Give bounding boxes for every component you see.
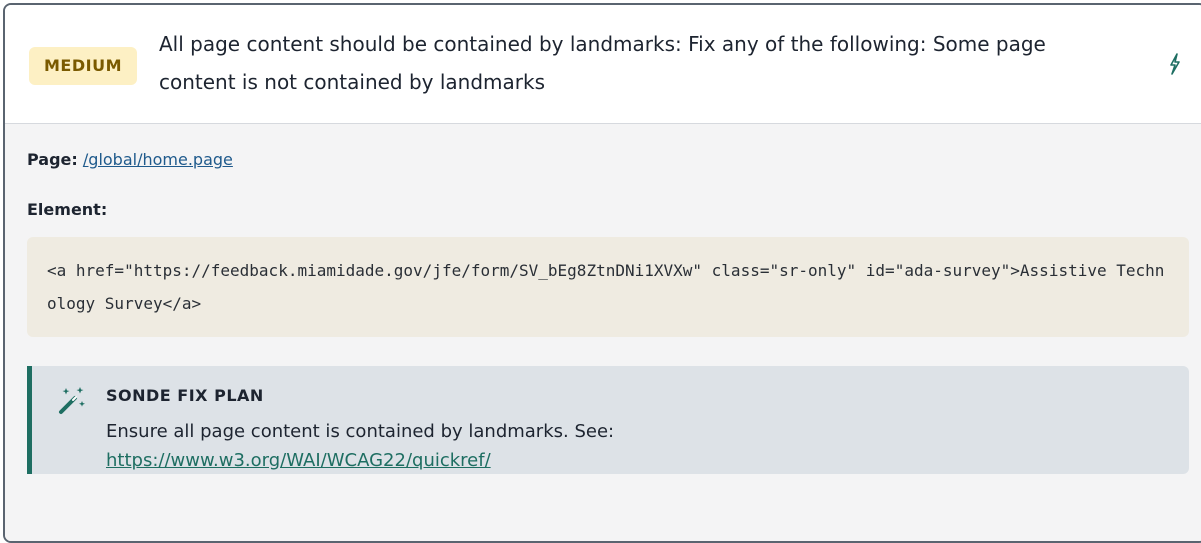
issue-title: All page content should be contained by … [159,32,1046,94]
page-link[interactable]: /global/home.page [83,150,233,169]
magic-wand-icon [56,385,88,417]
element-code-block: <a href="https://feedback.miamidade.gov/… [27,237,1189,337]
fix-plan-text: Ensure all page content is contained by … [106,417,1166,475]
issue-details: Page: /global/home.page Element: <a href… [5,124,1201,541]
issue-header[interactable]: MEDIUM All page content should be contai… [5,5,1201,124]
page-label: Page: [27,150,78,169]
fix-plan-callout: SONDE FIX PLAN Ensure all page content i… [27,366,1189,474]
lightning-icon[interactable] [1167,53,1183,75]
element-label: Element: [27,200,108,219]
page-field: Page: /global/home.page [27,150,233,169]
fix-plan-heading: SONDE FIX PLAN [106,386,264,405]
severity-badge: MEDIUM [29,47,137,85]
fix-plan-description: Ensure all page content is contained by … [106,421,615,442]
issue-card: MEDIUM All page content should be contai… [3,3,1201,543]
fix-plan-link[interactable]: https://www.w3.org/WAI/WCAG22/quickref/ [106,450,491,471]
element-field: Element: [27,200,107,219]
